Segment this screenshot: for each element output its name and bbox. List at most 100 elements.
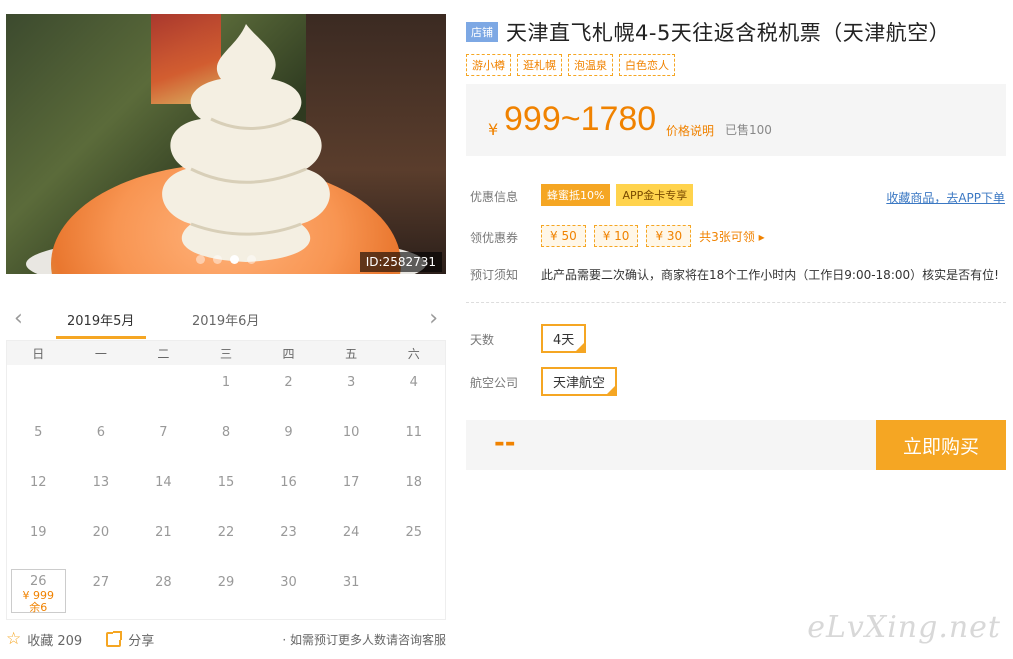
tab-month-may[interactable]: 2019年5月 [67, 310, 134, 329]
calendar-day[interactable]: 10 [320, 415, 383, 465]
day-grid: 1 2 3 4 5 6 7 8 9 10 11 12 13 14 15 16 17 18 19 20 21 22 23 24 2… [7, 365, 445, 615]
slide-dot[interactable] [196, 255, 205, 264]
weekday-label: 一 [94, 346, 107, 361]
weekday-label: 六 [407, 346, 420, 361]
title-row: 店铺 天津直飞札幌4-5天往返含税机票（天津航空） [466, 17, 950, 47]
calendar-day[interactable]: 25 [382, 515, 445, 565]
calendar-empty [132, 365, 195, 415]
weekday-label: 四 [282, 346, 295, 361]
calendar-day[interactable]: 15 [195, 465, 258, 515]
days-label: 天数 [470, 333, 495, 347]
total-price: -- [494, 428, 516, 458]
tag[interactable]: 逛札幌 [517, 54, 562, 76]
coupon-label: 领优惠券 [470, 231, 519, 245]
watermark: eLvXing.net [807, 610, 1001, 645]
product-photo[interactable]: ID:2582731 [6, 14, 446, 274]
chevron-left-icon[interactable]: ‹ [14, 306, 23, 331]
coupon-list: ¥ 50 ¥ 10 ¥ 30 共3张可领 ▸ [541, 225, 765, 247]
day-stock: 余6 [29, 601, 48, 614]
calendar-day[interactable]: 19 [7, 515, 70, 565]
star-icon[interactable]: ☆ [6, 629, 21, 649]
page-title: 天津直飞札幌4-5天往返含税机票（天津航空） [506, 21, 951, 45]
calendar-day[interactable]: 13 [70, 465, 133, 515]
calendar-day[interactable]: 27 [70, 565, 133, 615]
promo-badges: 蜂蜜抵10% APP金卡专享 [541, 184, 694, 206]
calendar-day[interactable]: 2 [257, 365, 320, 415]
buy-bar: -- 立即购买 [466, 420, 1006, 470]
calendar-day[interactable]: 30 [257, 565, 320, 615]
calendar-day[interactable]: 12 [7, 465, 70, 515]
calendar-day[interactable]: 7 [132, 415, 195, 465]
weekday-label: 二 [157, 346, 170, 361]
calendar-day[interactable]: 4 [382, 365, 445, 415]
divider [466, 302, 1006, 303]
calendar-day[interactable]: 28 [132, 565, 195, 615]
slide-dot[interactable] [213, 255, 222, 264]
calendar-day[interactable]: 24 [320, 515, 383, 565]
price-range: 999~1780 [504, 100, 657, 138]
airline-option[interactable]: 天津航空 [541, 367, 618, 396]
share-button[interactable]: 分享 [128, 630, 154, 649]
slide-dots[interactable] [196, 255, 256, 264]
soft-serve-icon [162, 24, 330, 262]
coupon-more-link[interactable]: 共3张可领 ▸ [699, 228, 764, 245]
calendar-day[interactable]: 22 [195, 515, 258, 565]
chevron-right-icon[interactable]: › [429, 306, 438, 331]
tab-month-june[interactable]: 2019年6月 [192, 310, 259, 329]
calendar-day[interactable]: 29 [195, 565, 258, 615]
sold-count: 已售100 [725, 123, 772, 137]
notice-text: 此产品需要二次确认，商家将在18个工作小时内（工作日9:00-18:00）核实是… [541, 268, 999, 282]
calendar-day[interactable]: 3 [320, 365, 383, 415]
active-tab-indicator [56, 336, 146, 339]
slide-dot-active[interactable] [230, 255, 239, 264]
calendar-day[interactable]: 6 [70, 415, 133, 465]
price-box: ¥ 999~1780 价格说明 已售100 [466, 84, 1006, 156]
calendar-day[interactable]: 11 [382, 415, 445, 465]
day-number: 26 [30, 574, 47, 589]
calendar-day[interactable]: 21 [132, 515, 195, 565]
calendar-day[interactable]: 16 [257, 465, 320, 515]
favorite-app-link[interactable]: 收藏商品，去APP下单 [886, 189, 1005, 206]
price-explain-link[interactable]: 价格说明 [666, 122, 714, 139]
share-icon[interactable] [106, 630, 123, 647]
calendar-empty [7, 365, 70, 415]
days-option[interactable]: 4天 [541, 324, 587, 353]
slide-dot[interactable] [247, 255, 256, 264]
calendar: 日一二三四五六 1 2 3 4 5 6 7 8 9 10 11 12 13 14 15 16 17 18 19 20 2… [6, 340, 446, 620]
shop-badge[interactable]: 店铺 [466, 22, 498, 42]
action-bar: ☆ 收藏 209 分享 · 如需预订更多人数请咨询客服 [6, 628, 446, 650]
calendar-day[interactable]: 14 [132, 465, 195, 515]
favorite-button[interactable]: 收藏 209 [27, 630, 82, 649]
notice-label: 预订须知 [470, 268, 519, 282]
weekday-label: 日 [32, 346, 45, 361]
coupon-50[interactable]: ¥ 50 [541, 225, 586, 247]
calendar-day[interactable]: 31 [320, 565, 383, 615]
calendar-day[interactable]: 18 [382, 465, 445, 515]
group-booking-note: · 如需预订更多人数请咨询客服 [282, 632, 446, 647]
coupon-30[interactable]: ¥ 30 [646, 225, 692, 247]
calendar-day[interactable]: 23 [257, 515, 320, 565]
promo-badge-app: APP金卡专享 [616, 184, 694, 206]
tag[interactable]: 白色恋人 [619, 54, 675, 76]
tag[interactable]: 游小樽 [466, 54, 511, 76]
calendar-empty [70, 365, 133, 415]
currency-symbol: ¥ [488, 120, 499, 139]
calendar-day[interactable]: 5 [7, 415, 70, 465]
promo-badge-honey: 蜂蜜抵10% [541, 184, 611, 206]
calendar-empty [382, 565, 445, 615]
coupon-10[interactable]: ¥ 10 [593, 225, 639, 247]
calendar-day[interactable]: 17 [320, 465, 383, 515]
tag-list: 游小樽 逛札幌 泡温泉 白色恋人 [466, 54, 675, 76]
calendar-day[interactable]: 1 [195, 365, 258, 415]
calendar-day-selected[interactable]: 26 ¥ 999 余6 [11, 569, 66, 614]
weekday-label: 三 [219, 346, 232, 361]
photo-id: ID:2582731 [359, 252, 442, 272]
tag[interactable]: 泡温泉 [568, 54, 613, 76]
airline-label: 航空公司 [470, 376, 519, 390]
calendar-day[interactable]: 9 [257, 415, 320, 465]
buy-now-button[interactable]: 立即购买 [876, 420, 1006, 470]
calendar-header: ‹ 2019年5月 2019年6月 › [6, 300, 446, 340]
calendar-day[interactable]: 8 [195, 415, 258, 465]
weekday-row: 日一二三四五六 [7, 341, 445, 365]
calendar-day[interactable]: 20 [70, 515, 133, 565]
